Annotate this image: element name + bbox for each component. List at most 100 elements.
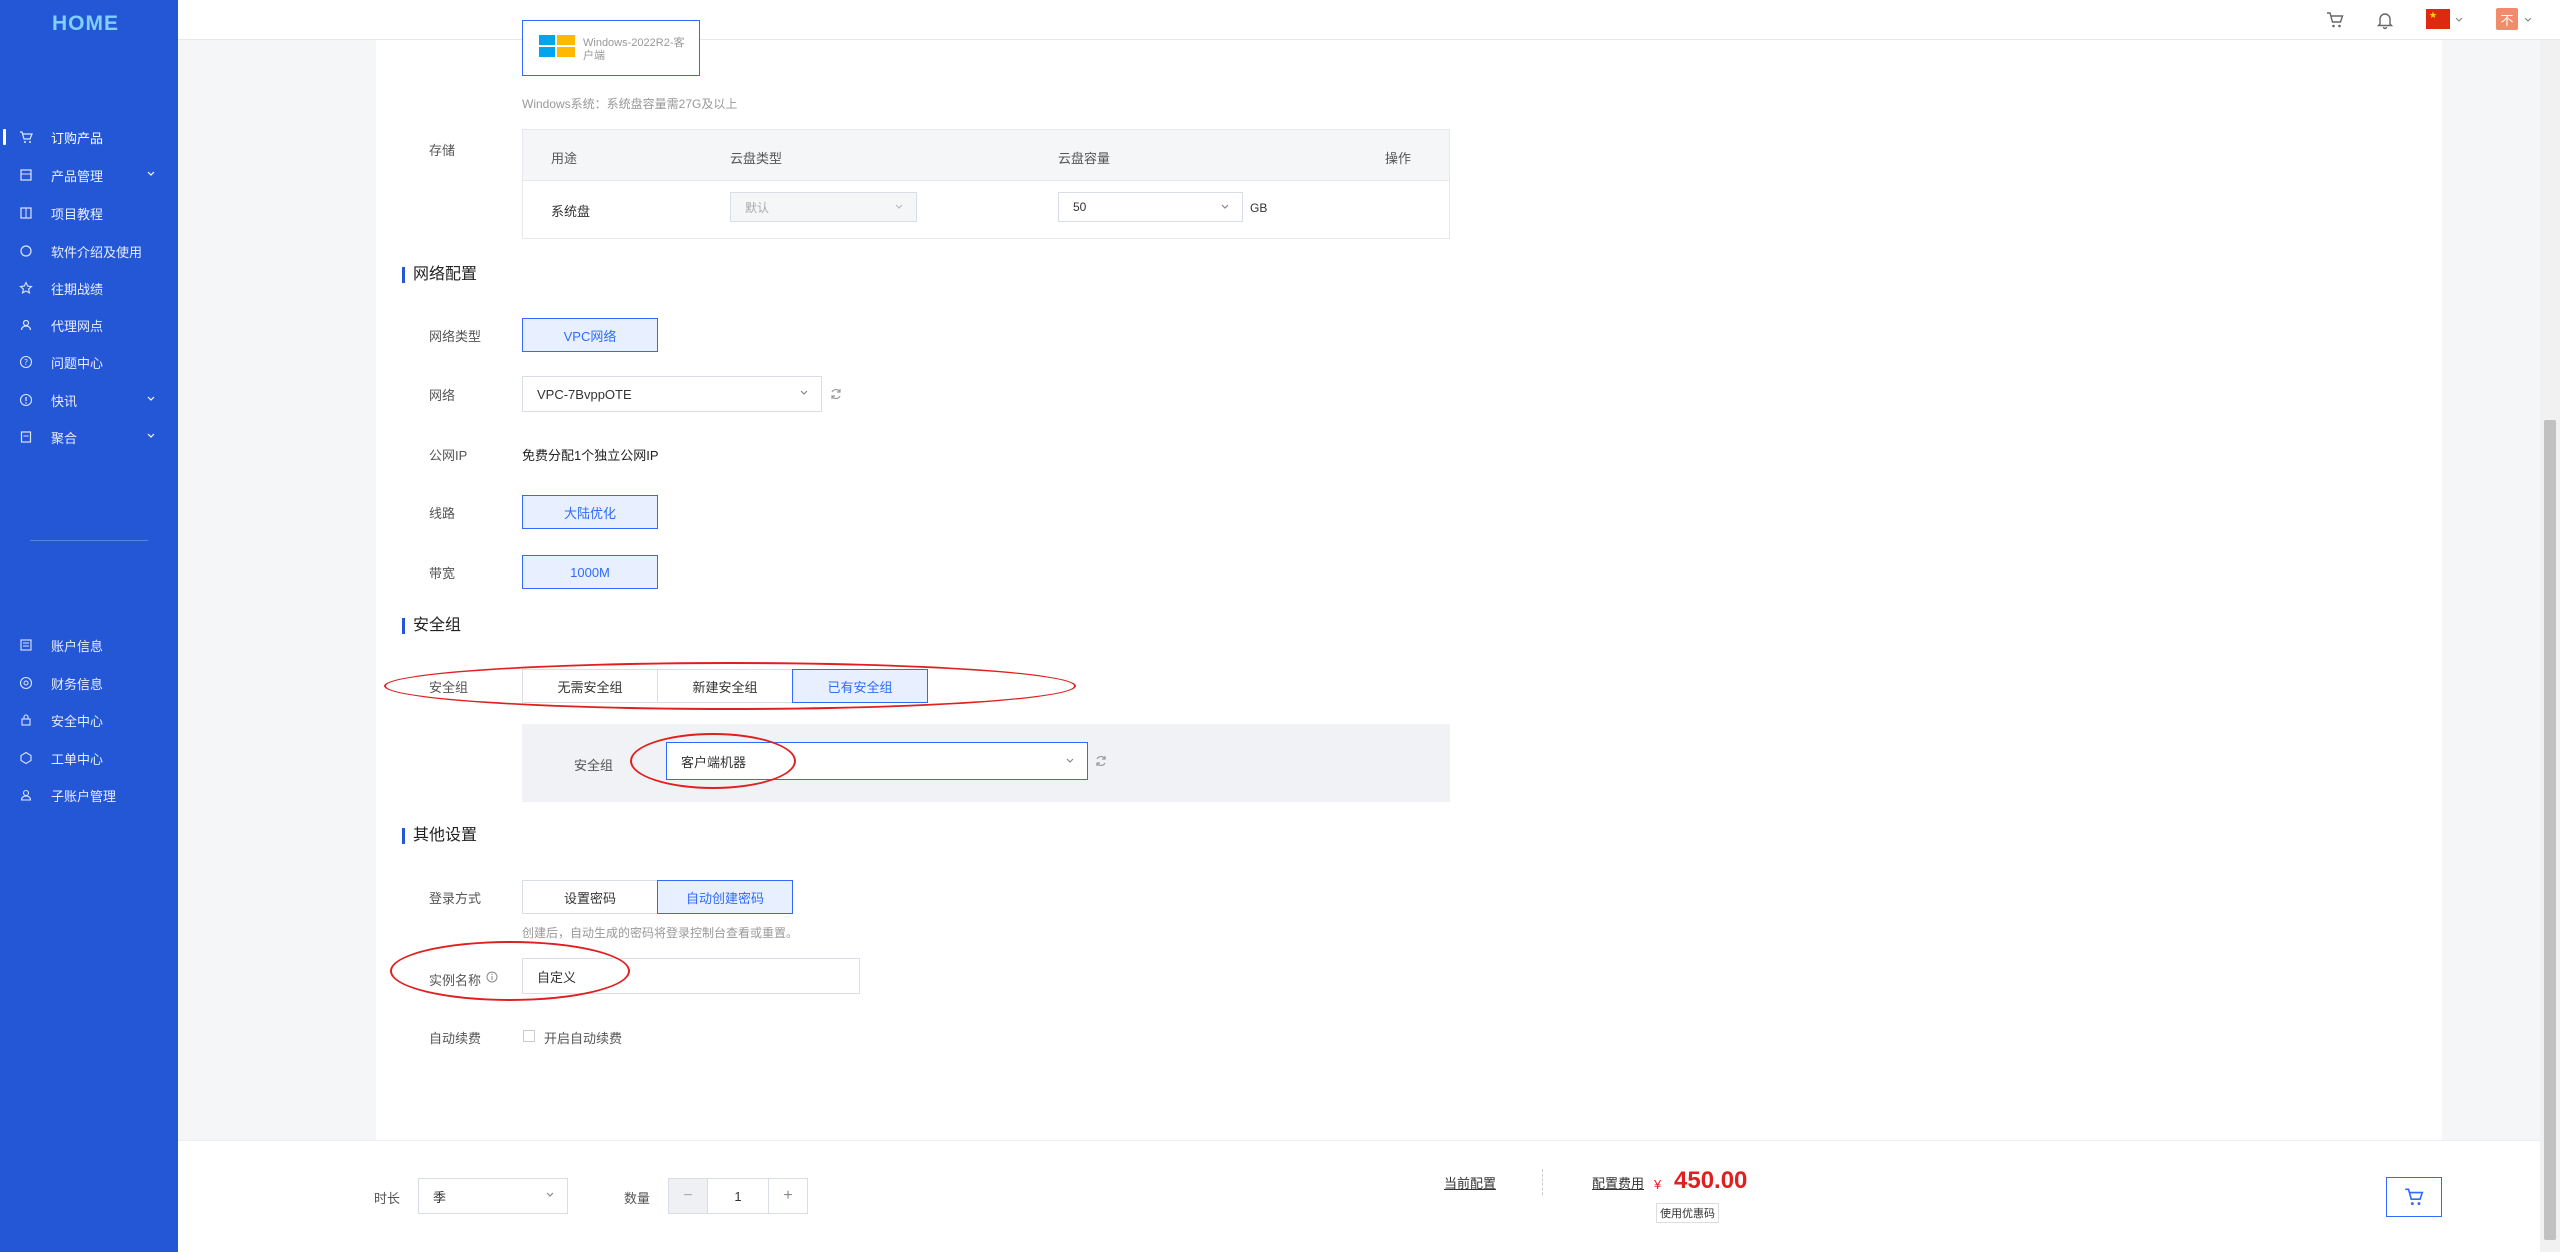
security-group-sub-label: 安全组 bbox=[574, 758, 614, 773]
network-type-label: 网络类型 bbox=[429, 329, 482, 344]
coupon-link[interactable]: 使用优惠码 bbox=[1656, 1203, 1719, 1223]
sidebar-item-tickets[interactable]: 工单中心 bbox=[0, 743, 178, 773]
quantity-label: 数量 bbox=[624, 1191, 651, 1206]
bookmark-icon bbox=[19, 430, 33, 444]
col-capacity: 云盘容量 bbox=[1058, 151, 1111, 166]
os-hint: Windows系统：系统盘容量需27G及以上 bbox=[522, 97, 738, 111]
os-label: Windows-2022R2-客户端 bbox=[583, 37, 685, 62]
instance-name-label: 实例名称 bbox=[429, 973, 482, 988]
sidebar-item-sub-accounts[interactable]: 子账户管理 bbox=[0, 780, 178, 810]
wallet-icon bbox=[19, 676, 33, 690]
table-row: 系统盘 默认 50 GB bbox=[522, 181, 1450, 239]
sidebar-item-aggregate[interactable]: 聚合 bbox=[0, 422, 178, 452]
cart-icon bbox=[2405, 1188, 2424, 1206]
lock-icon bbox=[19, 713, 33, 727]
decrement-button[interactable]: − bbox=[669, 1179, 707, 1213]
disk-type-select[interactable]: 默认 bbox=[730, 192, 917, 222]
line-mainland-button[interactable]: 大陆优化 bbox=[522, 495, 658, 529]
sub-user-icon bbox=[19, 788, 33, 802]
network-select[interactable]: VPC-7BvppOTE bbox=[522, 376, 822, 412]
sidebar-item-label: 聚合 bbox=[51, 430, 78, 446]
id-card-icon bbox=[19, 638, 33, 652]
sidebar-item-label: 项目教程 bbox=[51, 206, 104, 222]
instance-name-input[interactable]: 自定义 bbox=[522, 958, 860, 994]
total-price: 450.00 bbox=[1674, 1167, 1748, 1194]
ticket-icon bbox=[19, 751, 33, 765]
vpc-network-button[interactable]: VPC网络 bbox=[522, 318, 658, 352]
bandwidth-button[interactable]: 1000M bbox=[522, 555, 658, 589]
circle-icon bbox=[19, 244, 33, 258]
instance-name-value: 自定义 bbox=[537, 969, 577, 985]
book-icon bbox=[19, 206, 33, 220]
sidebar-item-software[interactable]: 软件介绍及使用 bbox=[0, 236, 178, 266]
col-disk-type: 云盘类型 bbox=[730, 151, 783, 166]
col-usage: 用途 bbox=[551, 151, 578, 166]
refresh-icon[interactable] bbox=[1094, 754, 1108, 768]
login-hint: 创建后，自动生成的密码将登录控制台查看或重置。 bbox=[522, 926, 799, 940]
avatar[interactable]: 不 bbox=[2496, 8, 2518, 30]
add-to-cart-button[interactable] bbox=[2386, 1177, 2442, 1217]
chevron-down-icon[interactable] bbox=[2454, 15, 2464, 25]
sidebar-item-label: 快讯 bbox=[51, 393, 78, 409]
sidebar-item-help[interactable]: ? 问题中心 bbox=[0, 347, 178, 377]
chevron-down-icon bbox=[1221, 204, 1229, 209]
current-config-link[interactable]: 当前配置 bbox=[1444, 1173, 1496, 1192]
sidebar-item-product-management[interactable]: 产品管理 bbox=[0, 160, 178, 190]
line-label: 线路 bbox=[429, 506, 456, 521]
scrollbar-thumb[interactable] bbox=[2544, 420, 2556, 1240]
disk-unit: GB bbox=[1250, 201, 1268, 215]
sidebar-item-label: 子账户管理 bbox=[51, 788, 117, 804]
chevron-down-icon[interactable] bbox=[2523, 15, 2533, 25]
flag-cn-icon[interactable] bbox=[2426, 9, 2450, 29]
storage-label: 存储 bbox=[429, 143, 456, 158]
scrollbar[interactable] bbox=[2540, 40, 2560, 1252]
public-ip-value: 免费分配1个独立公网IP bbox=[522, 448, 659, 463]
refresh-icon[interactable] bbox=[829, 387, 843, 401]
sidebar-item-security-center[interactable]: 安全中心 bbox=[0, 705, 178, 735]
sidebar-item-news[interactable]: 快讯 bbox=[0, 385, 178, 415]
svg-text:?: ? bbox=[24, 358, 28, 367]
security-group-select[interactable]: 客户端机器 bbox=[666, 742, 1088, 780]
sidebar-item-agents[interactable]: 代理网点 bbox=[0, 310, 178, 340]
disk-usage: 系统盘 bbox=[551, 204, 591, 219]
duration-select[interactable]: 季 bbox=[418, 1178, 568, 1214]
cart-icon bbox=[19, 130, 33, 144]
chevron-down-icon bbox=[800, 390, 808, 395]
sidebar-item-history[interactable]: 往期战绩 bbox=[0, 273, 178, 303]
auto-renew-checkbox[interactable] bbox=[523, 1030, 535, 1042]
disk-capacity-value: 50 bbox=[1073, 200, 1087, 214]
info-icon[interactable] bbox=[486, 971, 498, 983]
bell-icon[interactable] bbox=[2375, 10, 2395, 30]
increment-button[interactable]: + bbox=[769, 1179, 807, 1213]
no-security-group-button[interactable]: 无需安全组 bbox=[522, 669, 658, 703]
os-image-card[interactable]: Windows-2022R2-客户端 bbox=[522, 20, 700, 76]
box-icon bbox=[19, 168, 33, 182]
sidebar-item-tutorials[interactable]: 项目教程 bbox=[0, 198, 178, 228]
chevron-down-icon bbox=[1066, 758, 1074, 763]
quantity-stepper[interactable]: − 1 + bbox=[668, 1178, 808, 1214]
sidebar-item-label: 产品管理 bbox=[51, 168, 104, 184]
windows-logo-icon bbox=[539, 35, 575, 57]
disk-capacity-select[interactable]: 50 bbox=[1058, 192, 1243, 222]
logo[interactable]: HOME bbox=[52, 12, 119, 36]
sidebar-item-label: 账户信息 bbox=[51, 638, 104, 654]
quantity-value[interactable]: 1 bbox=[707, 1179, 769, 1213]
cart-icon[interactable] bbox=[2325, 10, 2345, 30]
col-actions: 操作 bbox=[1385, 151, 1412, 166]
sidebar-item-account-info[interactable]: 账户信息 bbox=[0, 630, 178, 660]
set-password-button[interactable]: 设置密码 bbox=[522, 880, 658, 914]
chevron-down-icon bbox=[546, 1192, 554, 1197]
storage-table-header: 用途 云盘类型 云盘容量 操作 bbox=[522, 129, 1450, 181]
chevron-down-icon bbox=[147, 171, 155, 176]
security-group-label: 安全组 bbox=[429, 680, 469, 695]
auto-renew-label: 自动续费 bbox=[429, 1031, 482, 1046]
users-icon bbox=[19, 318, 33, 332]
auto-password-button[interactable]: 自动创建密码 bbox=[657, 880, 793, 914]
new-security-group-button[interactable]: 新建安全组 bbox=[657, 669, 793, 703]
info-icon bbox=[19, 393, 33, 407]
sidebar-item-order[interactable]: 订购产品 bbox=[0, 122, 178, 152]
sidebar-item-finance[interactable]: 财务信息 bbox=[0, 668, 178, 698]
currency-symbol: ¥ bbox=[1654, 1177, 1662, 1192]
existing-security-group-button[interactable]: 已有安全组 bbox=[792, 669, 928, 703]
chevron-down-icon bbox=[147, 396, 155, 401]
